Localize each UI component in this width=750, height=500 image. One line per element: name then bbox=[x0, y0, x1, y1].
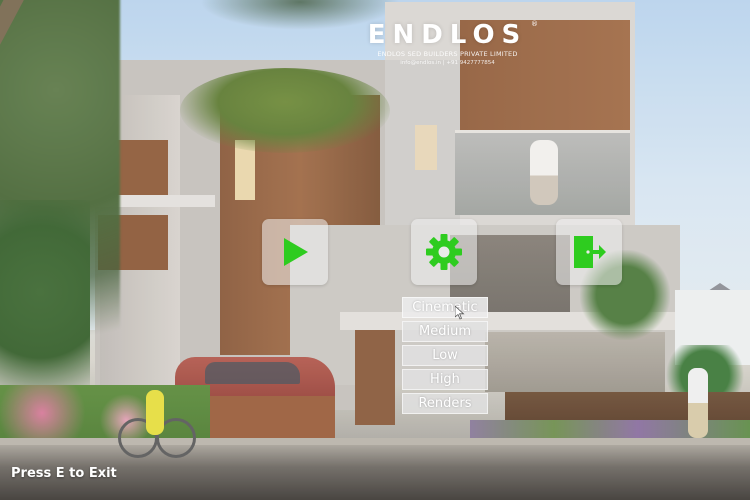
exit-door-icon bbox=[574, 236, 606, 268]
gear-icon bbox=[426, 234, 462, 270]
quality-option-cinematic[interactable]: Cinematic bbox=[402, 297, 488, 318]
exit-hint-text: Press E to Exit bbox=[11, 466, 117, 481]
quality-option-high[interactable]: High bbox=[402, 369, 488, 390]
brand-logo: ENDLOS ® ENDLOS SED BUILDERS PRIVATE LIM… bbox=[345, 20, 550, 74]
brand-subtitle: ENDLOS SED BUILDERS PRIVATE LIMITED bbox=[377, 50, 518, 58]
quality-option-low[interactable]: Low bbox=[402, 345, 488, 366]
background-render bbox=[0, 0, 750, 500]
brand-wordmark: ENDLOS bbox=[367, 20, 528, 50]
app-viewport: ENDLOS ® ENDLOS SED BUILDERS PRIVATE LIM… bbox=[0, 0, 750, 500]
quality-option-renders[interactable]: Renders bbox=[402, 393, 488, 414]
quality-dropdown: Cinematic Medium Low High Renders bbox=[402, 297, 488, 417]
registered-mark: ® bbox=[531, 20, 538, 28]
settings-button[interactable] bbox=[411, 219, 477, 285]
mouse-cursor-icon bbox=[455, 306, 465, 320]
overlay bbox=[0, 0, 750, 500]
quality-option-medium[interactable]: Medium bbox=[402, 321, 488, 342]
exit-button[interactable] bbox=[556, 219, 622, 285]
play-button[interactable] bbox=[262, 219, 328, 285]
brand-contact: info@endlos.in | +91 9427777854 bbox=[400, 60, 495, 66]
play-icon bbox=[284, 238, 308, 266]
